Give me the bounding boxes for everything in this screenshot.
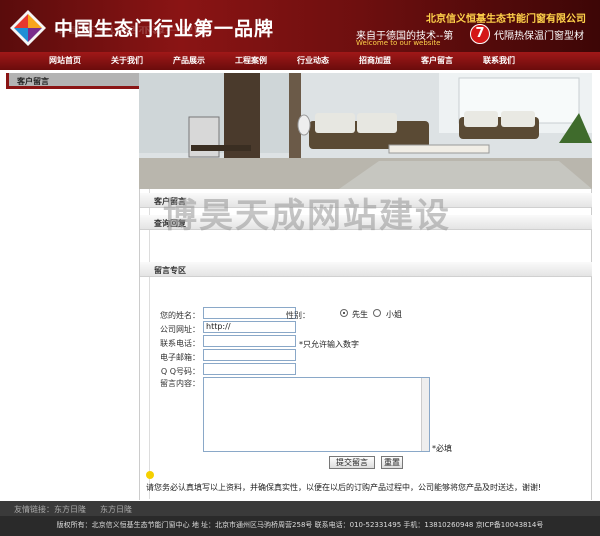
footer-links-bar: 友情链接： 东方日隆 东方日隆: [0, 501, 600, 516]
phone-note: *只允许输入数字: [299, 340, 359, 349]
slogan-suffix: 代隔热保温门窗型材: [494, 31, 584, 42]
nav-item-products[interactable]: 产品展示: [158, 52, 220, 70]
submit-button[interactable]: 提交留言: [329, 456, 375, 469]
gender-label: 性别：: [286, 311, 310, 320]
logo-reflection: 中国生态门行业第一品牌: [54, 24, 209, 34]
friend-link-2[interactable]: 东方日隆: [100, 504, 132, 515]
watermark-text: 博昊天成网站建设: [163, 196, 451, 236]
name-label: 您的姓名：: [160, 311, 200, 320]
message-textarea[interactable]: [203, 377, 430, 452]
lightbulb-icon: [146, 471, 154, 479]
gender-female-label: 小姐: [386, 310, 402, 319]
gender-male-radio[interactable]: [340, 309, 348, 317]
sidebar-title: 客户留言: [6, 73, 150, 89]
friend-link-1[interactable]: 东方日隆: [54, 504, 86, 515]
qq-label: Q Q号码：: [160, 367, 200, 376]
nav-item-contact[interactable]: 联系我们: [468, 52, 530, 70]
required-note: *必填: [432, 444, 452, 453]
links-label: 友情链接：: [14, 505, 54, 514]
sidebar-panel: [6, 89, 150, 499]
phone-field[interactable]: [203, 335, 296, 347]
reset-button[interactable]: 重置: [381, 456, 403, 469]
nav-item-about[interactable]: 关于我们: [96, 52, 158, 70]
email-field[interactable]: [203, 349, 296, 361]
message-zone-bar: 留言专区: [140, 262, 592, 277]
form-tip: 请您务必认真填写以上资料，并确保真实性，以便在以后的订购产品过程中，公司能够将您…: [146, 483, 542, 492]
main-nav: 网站首页 关于我们 产品展示 工程案例 行业动态 招商加盟 客户留言 联系我们: [0, 52, 600, 70]
message-label: 留言内容：: [160, 379, 200, 388]
gender-male-label: 先生: [352, 310, 368, 319]
company-name: 北京信义恒基生态节能门窗有限公司: [426, 14, 586, 25]
nav-item-news[interactable]: 行业动态: [282, 52, 344, 70]
slogan-english: Welcome to our website: [356, 39, 441, 47]
website-label: 公司网址：: [160, 325, 200, 334]
qq-field[interactable]: [203, 363, 296, 375]
textarea-scrollbar[interactable]: [421, 378, 429, 451]
email-label: 电子邮箱：: [160, 353, 200, 362]
website-field[interactable]: http://: [203, 321, 296, 333]
message-zone-title: 留言专区: [154, 266, 186, 275]
nav-item-cases[interactable]: 工程案例: [220, 52, 282, 70]
living-room-image: [139, 73, 592, 189]
logo-icon: [10, 10, 46, 46]
phone-label: 联系电话：: [160, 339, 200, 348]
site-header: 中国生态门行业第一品牌 中国生态门行业第一品牌 北京信义恒基生态节能门窗有限公司…: [0, 0, 600, 52]
copyright-text: 版权所有：北京信义恒基生态节能门窗中心 地 址：北京市通州区马驹桥周营258号 …: [56, 521, 544, 529]
footer-copyright-bar: 版权所有：北京信义恒基生态节能门窗中心 地 址：北京市通州区马驹桥周营258号 …: [0, 516, 600, 536]
slogan-number-badge: 7: [470, 24, 490, 44]
nav-item-franchise[interactable]: 招商加盟: [344, 52, 406, 70]
nav-item-home[interactable]: 网站首页: [34, 52, 96, 70]
gender-female-radio[interactable]: [373, 309, 381, 317]
banner-image: [139, 73, 592, 189]
nav-item-messages[interactable]: 客户留言: [406, 52, 468, 70]
